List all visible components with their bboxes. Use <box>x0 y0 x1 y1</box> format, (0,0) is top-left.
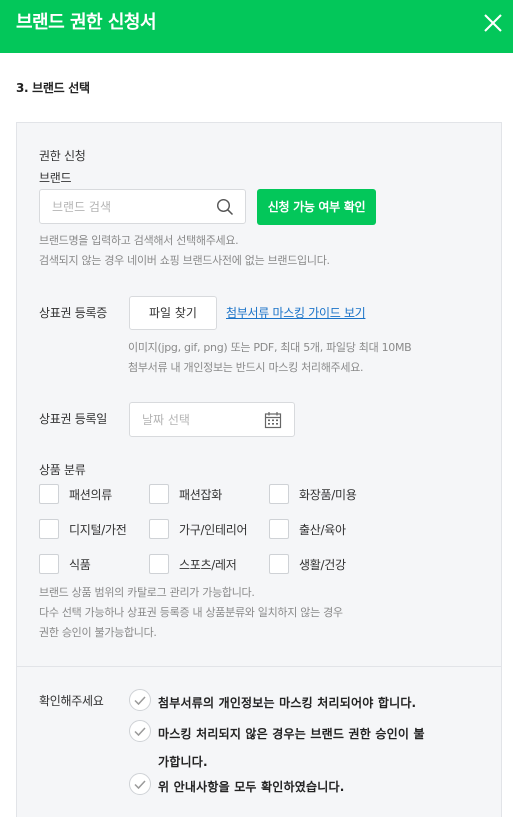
check-icon[interactable] <box>129 773 151 795</box>
checkbox[interactable] <box>39 554 59 574</box>
brand-search-input[interactable] <box>41 191 209 222</box>
checkbox-label: 생활/건강 <box>299 558 346 572</box>
calendar-icon[interactable] <box>264 411 282 429</box>
brand-search-box <box>39 189 246 224</box>
help-line: 첨부서류 내 개인정보는 반드시 마스킹 처리해주세요. <box>128 361 364 374</box>
permission-request-label: 권한 신청 <box>39 149 86 163</box>
check-availability-button[interactable]: 신청 가능 여부 확인 <box>257 189 376 225</box>
date-picker <box>129 402 295 437</box>
check-icon[interactable] <box>129 720 151 742</box>
checkbox[interactable] <box>269 519 289 539</box>
checkbox[interactable] <box>149 519 169 539</box>
registration-date-label: 상표권 등록일 <box>39 412 107 426</box>
checkbox[interactable] <box>269 484 289 504</box>
category-help-text: 브랜드 상품 범위의 카탈로그 관리가 가능합니다. 다수 선택 가능하나 상표… <box>39 583 343 643</box>
checkbox-label: 스포츠/레저 <box>179 558 237 572</box>
help-line: 다수 선택 가능하나 상표권 등록증 내 상품분류와 일치하지 않는 경우 <box>39 606 343 619</box>
brand-label: 브랜드 <box>39 171 72 185</box>
form-panel: 권한 신청 브랜드 신청 가능 여부 확인 브랜드명을 입력하고 검색해서 선택… <box>16 122 502 817</box>
confirm-text: 위 안내사항을 모두 확인하였습니다. <box>158 780 345 794</box>
trademark-help-text: 이미지(jpg, gif, png) 또는 PDF, 최대 5개, 파일당 최대… <box>128 338 412 378</box>
confirm-text-line: 가합니다. <box>158 755 208 769</box>
help-line: 권한 승인이 불가능합니다. <box>39 626 157 639</box>
checkbox[interactable] <box>269 554 289 574</box>
checkbox[interactable] <box>39 519 59 539</box>
checkbox-label: 출산/육아 <box>299 523 346 537</box>
divider <box>17 666 501 667</box>
page-title: 브랜드 권한 신청서 <box>16 12 157 33</box>
close-icon[interactable] <box>482 12 504 34</box>
checkbox[interactable] <box>149 554 169 574</box>
help-line: 브랜드명을 입력하고 검색해서 선택해주세요. <box>39 234 239 247</box>
section-title: 3. 브랜드 선택 <box>16 81 90 95</box>
checkbox-label: 패션의류 <box>69 488 112 502</box>
trademark-certificate-label: 상표권 등록증 <box>39 306 107 320</box>
checkbox-label: 가구/인테리어 <box>179 523 248 537</box>
confirm-label: 확인해주세요 <box>39 694 104 708</box>
checkbox-label: 화장품/미용 <box>299 488 357 502</box>
product-category-label: 상품 분류 <box>39 463 86 477</box>
header-bar: 브랜드 권한 신청서 <box>0 0 513 53</box>
checkbox-label: 식품 <box>69 558 91 572</box>
checkbox-label: 패션잡화 <box>179 488 222 502</box>
confirm-text-line: 마스킹 처리되지 않은 경우는 브랜드 권한 승인이 불 <box>158 727 425 741</box>
checkbox[interactable] <box>149 484 169 504</box>
check-icon[interactable] <box>129 689 151 711</box>
date-input[interactable] <box>131 404 261 435</box>
checkbox-label: 디지털/가전 <box>69 523 127 537</box>
find-file-button[interactable]: 파일 찾기 <box>129 296 217 330</box>
search-icon[interactable] <box>216 198 234 216</box>
masking-guide-link[interactable]: 첨부서류 마스킹 가이드 보기 <box>226 304 366 321</box>
confirm-text: 첨부서류의 개인정보는 마스킹 처리되어야 합니다. <box>158 696 417 710</box>
checkbox[interactable] <box>39 484 59 504</box>
help-line: 검색되지 않는 경우 네이버 쇼핑 브랜드사전에 없는 브랜드입니다. <box>39 254 330 267</box>
brand-help-text: 브랜드명을 입력하고 검색해서 선택해주세요. 검색되지 않는 경우 네이버 쇼… <box>39 231 330 271</box>
confirm-text: 마스킹 처리되지 않은 경우는 브랜드 권한 승인이 불 가합니다. <box>158 722 425 774</box>
help-line: 이미지(jpg, gif, png) 또는 PDF, 최대 5개, 파일당 최대… <box>128 341 412 354</box>
help-line: 브랜드 상품 범위의 카탈로그 관리가 가능합니다. <box>39 586 255 599</box>
